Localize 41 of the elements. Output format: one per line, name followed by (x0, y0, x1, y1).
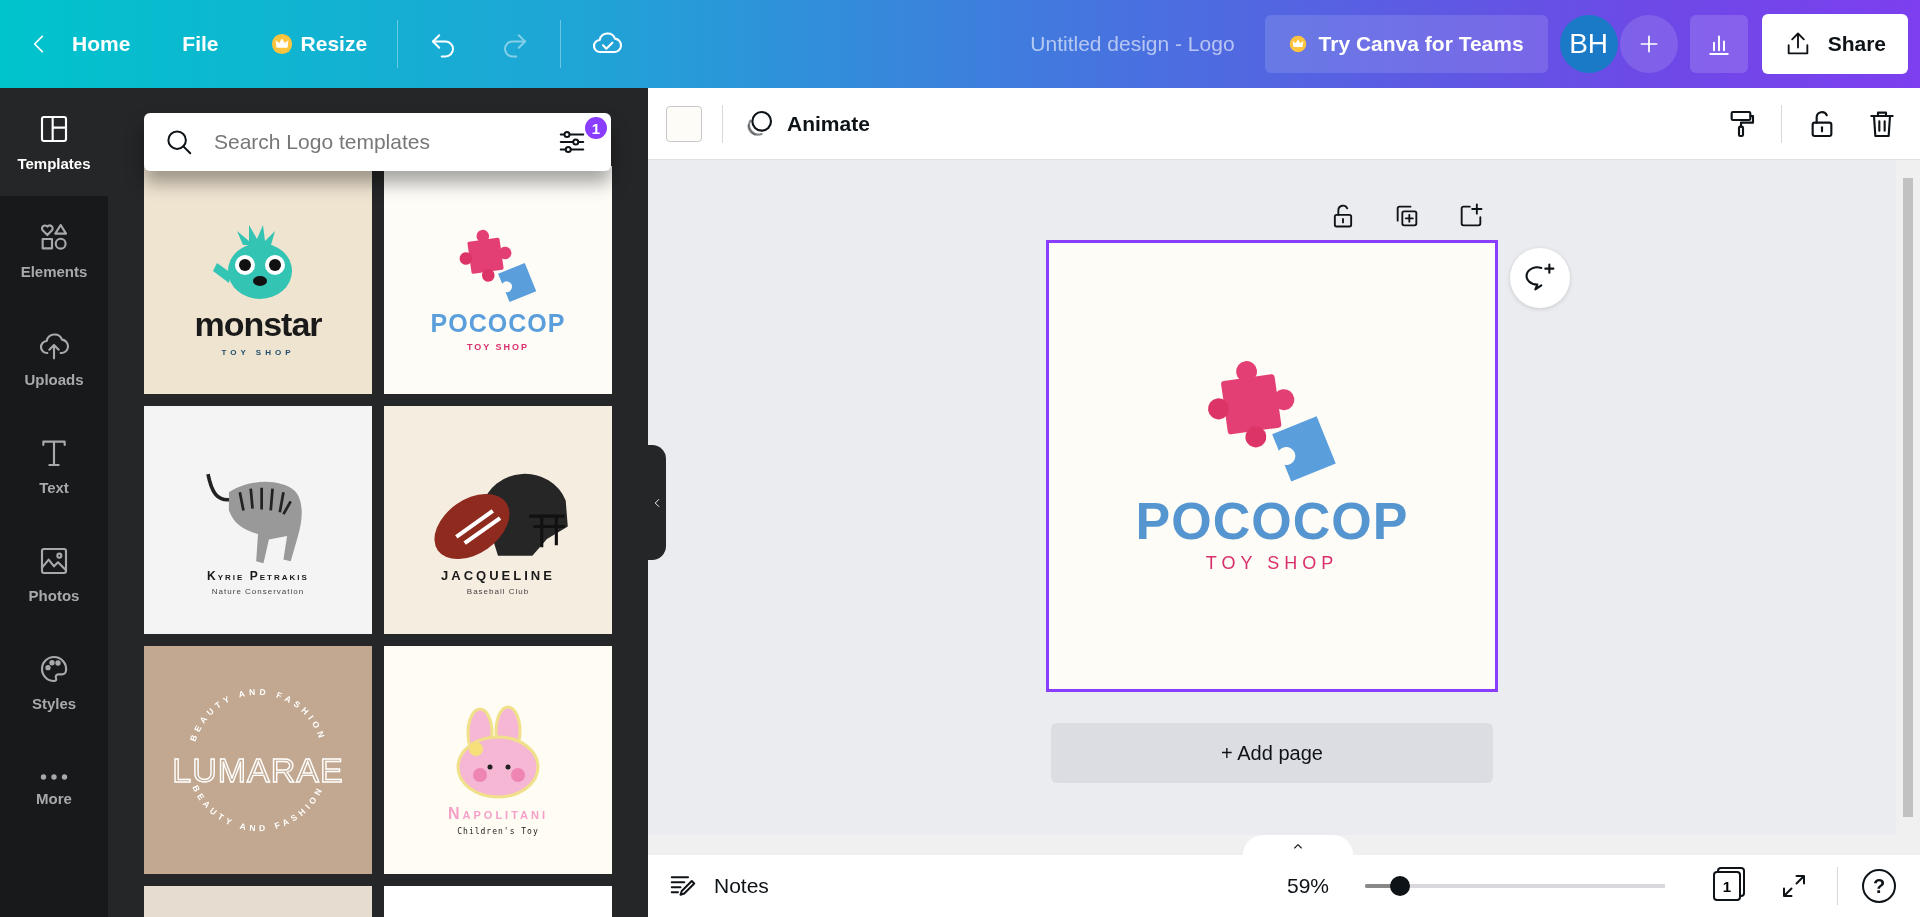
logo-subtitle: TOY SHOP (221, 348, 295, 357)
logo-title: JACQUELINE (441, 568, 555, 583)
share-button[interactable]: Share (1761, 14, 1908, 74)
notes-button[interactable]: Notes (668, 871, 769, 901)
add-page-button[interactable]: + Add page (1051, 723, 1493, 783)
vertical-scrollbar[interactable] (1896, 160, 1920, 835)
crown-icon (270, 33, 293, 55)
search-bar[interactable]: Search Logo templates 1 (144, 113, 611, 171)
template-thumbnail[interactable]: JACQUELINE Baseball Club (384, 406, 612, 634)
logo-subtitle: Children's Toy (457, 826, 539, 836)
logo-title: Napolitani (448, 804, 548, 823)
sidebar-tab[interactable]: Templates (0, 88, 108, 196)
insights-button[interactable] (1689, 15, 1748, 73)
more-icon (39, 773, 69, 780)
logo-subtitle: Baseball Club (466, 587, 530, 596)
background-color-swatch[interactable] (666, 105, 702, 142)
crown-icon (1288, 35, 1307, 53)
horizontal-scrollbar[interactable] (648, 835, 1920, 855)
zoom-percentage[interactable]: 59% (1286, 874, 1329, 898)
filter-count-badge: 1 (585, 117, 607, 139)
template-thumbnail[interactable]: Napolitani Children's Toy (384, 646, 612, 874)
add-comment-button[interactable] (1510, 248, 1570, 308)
teams-button[interactable]: Try Canva for Teams (1264, 15, 1548, 73)
animate-button[interactable]: Animate (743, 107, 870, 140)
user-avatar[interactable]: BH (1559, 15, 1618, 73)
logo-subtitle: TOY SHOP (1205, 553, 1339, 575)
help-button[interactable]: ? (1862, 869, 1896, 903)
logo-subtitle: TOY SHOP (466, 341, 530, 352)
logo-title: POCOCOP (1135, 491, 1409, 552)
template-thumbnail[interactable]: Kyrie Petrakis Nature Conservation (144, 406, 372, 634)
logo-title: Kyrie Petrakis (207, 568, 309, 583)
zoom-slider-thumb[interactable] (1390, 876, 1411, 896)
design-page[interactable]: POCOCOP TOY SHOP (1046, 240, 1498, 692)
template-thumbnail[interactable]: POCOCOP TOY SHOP (384, 166, 612, 394)
logo-subtitle: Nature Conservation (211, 586, 305, 596)
logo-title: POCOCOP (430, 308, 566, 338)
logo-title: monstar (194, 305, 322, 344)
collapse-panel-handle[interactable] (648, 445, 666, 560)
template-thumbnail[interactable]: monstar TOY SHOP (144, 166, 372, 394)
search-icon (164, 127, 194, 157)
search-field[interactable]: Search Logo templates (212, 129, 539, 155)
